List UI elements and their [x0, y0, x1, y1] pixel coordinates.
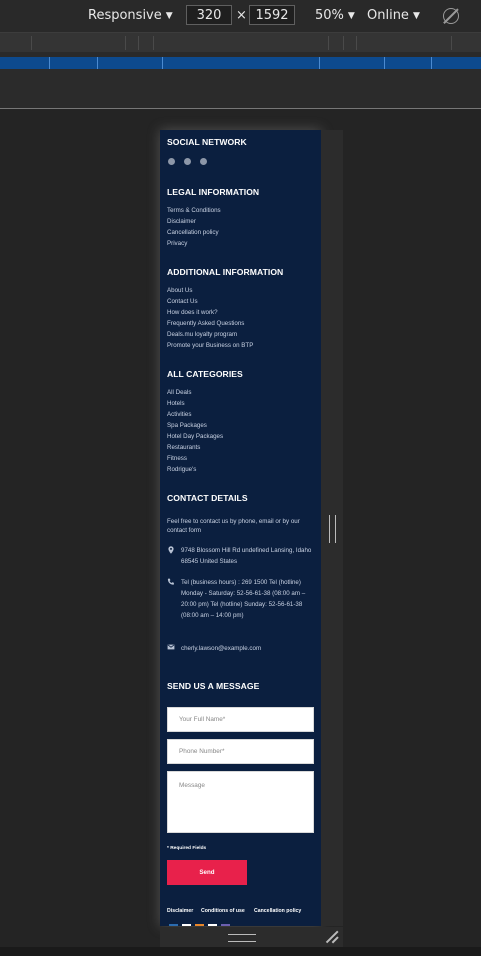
- category-link[interactable]: Spa Packages: [167, 422, 207, 429]
- required-fields-note: * Required Fields: [167, 846, 207, 851]
- chevron-down-icon: ▼: [165, 11, 173, 21]
- email-icon: [167, 644, 175, 650]
- category-link[interactable]: Hotel Day Packages: [167, 433, 223, 440]
- corner-resize-icon[interactable]: [325, 930, 339, 944]
- chevron-down-icon: ▼: [412, 11, 420, 21]
- category-link[interactable]: Restaurants: [167, 444, 200, 451]
- additional-link[interactable]: Promote your Business on BTP: [167, 342, 253, 349]
- location-pin-icon: [168, 546, 174, 554]
- throttle-label: Online: [367, 8, 409, 23]
- additional-link[interactable]: Deals.mu loyalty program: [167, 331, 237, 338]
- dimension-separator: ×: [236, 8, 247, 23]
- contact-intro: Feel free to contact us by phone, email …: [167, 518, 300, 534]
- contact-phone: Tel (business hours) : 269 1500 Tel (hot…: [181, 579, 306, 619]
- payment-icon: [195, 924, 204, 926]
- contact-title: CONTACT DETAILS: [167, 493, 248, 503]
- phone-number-input[interactable]: Phone Number*: [167, 739, 314, 764]
- footer-link-disclaimer[interactable]: Disclaimer: [167, 908, 193, 914]
- categories-title: ALL CATEGORIES: [167, 369, 243, 379]
- category-link[interactable]: Rodrigue's: [167, 466, 196, 473]
- zoom-dropdown[interactable]: 50% ▼: [315, 8, 355, 23]
- pixel-ruler: [0, 69, 481, 109]
- chevron-down-icon: ▼: [347, 11, 355, 21]
- youtube-icon[interactable]: [184, 158, 191, 165]
- social-title: SOCIAL NETWORK: [167, 137, 247, 147]
- additional-link[interactable]: Frequently Asked Questions: [167, 320, 244, 327]
- legal-link[interactable]: Disclaimer: [167, 218, 196, 225]
- category-link[interactable]: All Deals: [167, 389, 191, 396]
- device-toolbar: Responsive ▼ 320 × 1592 50% ▼ Online ▼: [0, 0, 481, 32]
- zoom-label: 50%: [315, 8, 344, 23]
- category-link[interactable]: Hotels: [167, 400, 185, 407]
- rotate-icon[interactable]: [443, 8, 459, 24]
- additional-link[interactable]: About Us: [167, 287, 192, 294]
- legal-link[interactable]: Terms & Conditions: [167, 207, 221, 214]
- category-link[interactable]: Activities: [167, 411, 191, 418]
- breakpoint-ruler[interactable]: [0, 57, 481, 69]
- additional-title: ADDITIONAL INFORMATION: [167, 267, 284, 277]
- devtools-bottom-strip: [0, 947, 481, 956]
- contact-email[interactable]: cherly.lawson@example.com: [181, 643, 315, 654]
- message-textarea[interactable]: Message: [167, 771, 314, 833]
- throttle-dropdown[interactable]: Online ▼: [367, 8, 420, 23]
- width-resize-handle[interactable]: [329, 515, 336, 543]
- footer-link-cancellation[interactable]: Cancellation policy: [254, 908, 301, 914]
- legal-link[interactable]: Cancellation policy: [167, 229, 219, 236]
- legal-link[interactable]: Privacy: [167, 240, 187, 247]
- height-resize-handle[interactable]: [228, 934, 256, 942]
- x-icon[interactable]: [200, 158, 207, 165]
- height-input[interactable]: 1592: [249, 5, 295, 25]
- payment-icon: [208, 924, 217, 926]
- payment-icon: [221, 924, 230, 926]
- category-link[interactable]: Fitness: [167, 455, 187, 462]
- media-query-ruler[interactable]: [0, 32, 481, 53]
- message-title: SEND US A MESSAGE: [167, 681, 260, 691]
- payment-icon: [169, 924, 178, 926]
- phone-icon: [167, 578, 174, 585]
- facebook-icon[interactable]: [168, 158, 175, 165]
- device-label: Responsive: [88, 8, 162, 23]
- device-dropdown[interactable]: Responsive ▼: [88, 8, 173, 23]
- payment-icon: [182, 924, 191, 926]
- width-input[interactable]: 320: [186, 5, 232, 25]
- full-name-input[interactable]: Your Full Name*: [167, 707, 314, 732]
- additional-link[interactable]: Contact Us: [167, 298, 198, 305]
- additional-link[interactable]: How does it work?: [167, 309, 218, 316]
- send-button[interactable]: Send: [167, 860, 247, 885]
- emulated-page: SOCIAL NETWORK LEGAL INFORMATION Terms &…: [160, 130, 321, 926]
- legal-title: LEGAL INFORMATION: [167, 187, 260, 197]
- footer-link-conditions[interactable]: Conditions of use: [201, 908, 245, 914]
- contact-address: 9748 Blossom Hill Rd undefined Lansing, …: [181, 547, 312, 565]
